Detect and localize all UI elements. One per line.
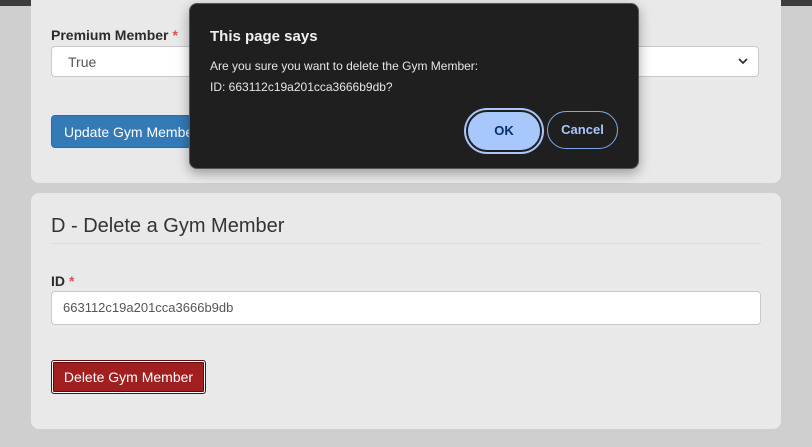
id-label: ID * — [51, 273, 74, 289]
required-asterisk: * — [69, 273, 75, 289]
confirm-dialog: This page says Are you sure you want to … — [189, 3, 639, 169]
dialog-title: This page says — [210, 28, 318, 45]
delete-section-title: D - Delete a Gym Member — [51, 215, 285, 237]
delete-gym-member-panel: D - Delete a Gym Member ID * 663112c19a20… — [31, 193, 781, 429]
required-asterisk: * — [172, 27, 178, 43]
premium-member-label: Premium Member * — [51, 27, 178, 43]
id-label-text: ID — [51, 273, 65, 289]
premium-member-label-text: Premium Member — [51, 27, 169, 43]
section-divider — [51, 243, 761, 244]
dialog-ok-button[interactable]: OK — [466, 110, 542, 152]
dialog-message-line1: Are you sure you want to delete the Gym … — [210, 59, 479, 73]
delete-gym-member-button[interactable]: Delete Gym Member — [51, 360, 206, 394]
update-gym-member-button[interactable]: Update Gym Member — [51, 115, 211, 148]
id-input[interactable]: 663112c19a201cca3666b9db — [51, 291, 761, 325]
dialog-message-line2: ID: 663112c19a201cca3666b9db? — [210, 80, 393, 94]
premium-member-select-value: True — [68, 54, 97, 70]
chevron-down-icon — [738, 58, 748, 65]
dialog-cancel-button[interactable]: Cancel — [547, 111, 618, 149]
